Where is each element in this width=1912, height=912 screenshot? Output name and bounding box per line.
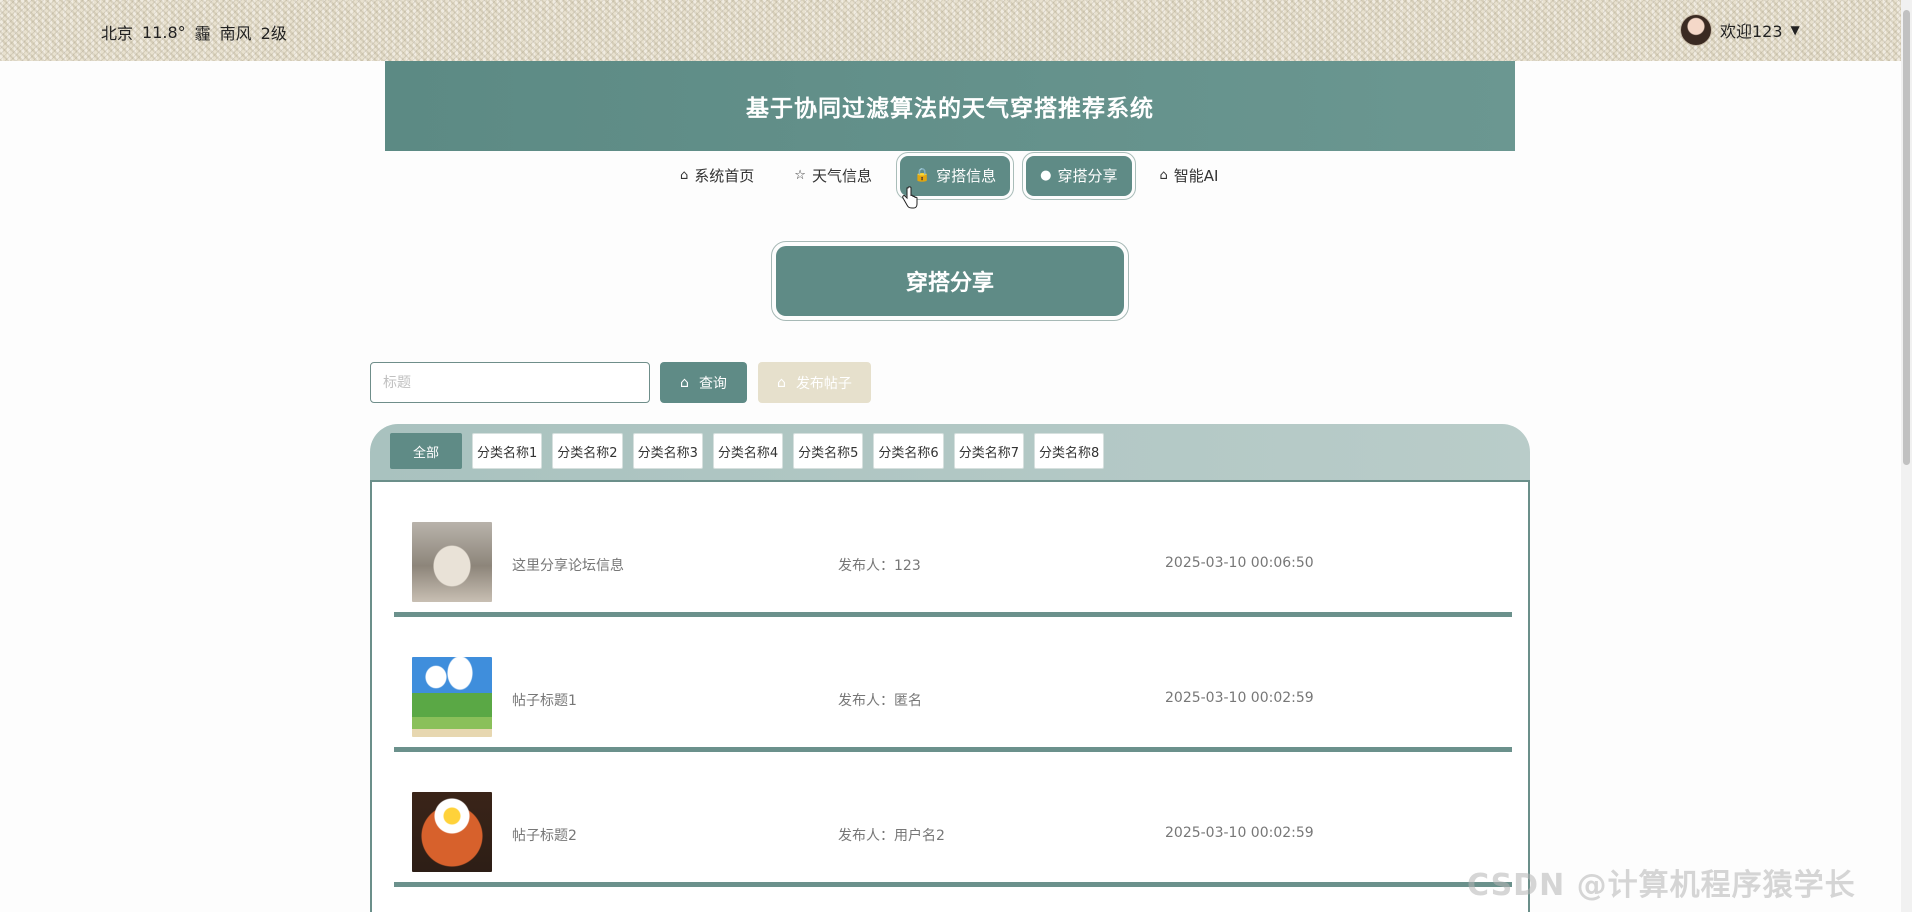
post-thumbnail[interactable] <box>412 657 492 737</box>
nav-item-label: 穿搭分享 <box>1057 167 1118 185</box>
post-thumbnail[interactable] <box>412 792 492 872</box>
weather-city: 北京 <box>101 24 134 43</box>
category-tab-7[interactable]: 分类名称7 <box>953 433 1024 469</box>
post-title[interactable]: 帖子标题2 <box>512 825 577 845</box>
home-icon: ⌂ <box>680 168 689 183</box>
query-button-label: 查询 <box>698 375 727 392</box>
category-tab-4[interactable]: 分类名称4 <box>712 433 784 469</box>
weather-wind-level: 2级 <box>260 24 287 43</box>
nav-item-weather[interactable]: ☆ 天气信息 <box>774 156 892 196</box>
list-item[interactable]: 帖子标题1 发布人：匿名 2025-03-10 00:02:59 <box>394 617 1512 752</box>
category-tab-1[interactable]: 分类名称1 <box>472 433 543 469</box>
category-tab-5[interactable]: 分类名称5 <box>793 433 864 469</box>
scrollbar-thumb[interactable] <box>1903 10 1910 465</box>
weather-info: 北京 11.8° 霾 南风 2级 <box>101 20 287 44</box>
query-button[interactable]: ⌂ 查询 <box>660 362 747 403</box>
section-title-text: 穿搭分享 <box>905 271 994 296</box>
list-item[interactable]: 帖子标题2 发布人：用户名2 2025-03-10 00:02:59 <box>394 752 1512 887</box>
welcome-text[interactable]: 欢迎123 <box>1720 18 1783 42</box>
category-tab-8[interactable]: 分类名称8 <box>1033 433 1105 469</box>
main-nav: ⌂ 系统首页 ☆ 天气信息 🔒 穿搭信息 ● 穿搭分享 ⌂ 智能AI <box>660 151 1239 200</box>
user-menu[interactable]: 欢迎123 ▼ <box>1680 14 1800 46</box>
page-scrollbar[interactable] <box>1901 0 1912 912</box>
title-search-input[interactable] <box>370 362 650 403</box>
nav-item-label: 穿搭信息 <box>936 167 997 185</box>
nav-item-label: 系统首页 <box>694 167 755 185</box>
post-time: 2025-03-10 00:06:50 <box>1165 555 1314 571</box>
hand-cursor-icon <box>902 186 918 209</box>
site-title: 基于协同过滤算法的天气穿搭推荐系统 <box>746 96 1154 122</box>
list-item[interactable]: 这里分享论坛信息 发布人：123 2025-03-10 00:06:50 <box>394 482 1512 617</box>
caret-down-icon[interactable]: ▼ <box>1791 23 1800 37</box>
weather-temperature: 11.8° <box>142 22 186 42</box>
category-tab-2[interactable]: 分类名称2 <box>552 433 623 469</box>
post-title[interactable]: 这里分享论坛信息 <box>512 555 624 575</box>
post-time: 2025-03-10 00:02:59 <box>1165 825 1314 841</box>
nav-item-outfit-share[interactable]: ● 穿搭分享 <box>1022 151 1136 200</box>
nav-item-ai[interactable]: ⌂ 智能AI <box>1140 156 1239 196</box>
post-author: 发布人：用户名2 <box>838 828 945 844</box>
nav-item-home[interactable]: ⌂ 系统首页 <box>660 156 774 196</box>
avatar[interactable] <box>1680 14 1712 46</box>
publish-button-label: 发布帖子 <box>795 375 852 392</box>
category-tab-6[interactable]: 分类名称6 <box>873 433 944 469</box>
category-tab-3[interactable]: 分类名称3 <box>632 433 703 469</box>
home-icon: ⌂ <box>1159 168 1168 183</box>
nav-item-label: 天气信息 <box>811 167 872 185</box>
info-dot-icon: ● <box>1040 168 1052 183</box>
post-thumbnail[interactable] <box>412 522 492 602</box>
weather-wind-direction: 南风 <box>219 24 252 43</box>
home-icon: ⌂ <box>680 374 689 391</box>
post-author: 发布人：匿名 <box>838 693 922 709</box>
star-icon: ☆ <box>794 168 806 183</box>
lock-icon: 🔒 <box>913 168 931 183</box>
post-time: 2025-03-10 00:02:59 <box>1165 690 1314 706</box>
publish-post-button[interactable]: ⌂ 发布帖子 <box>758 362 871 403</box>
nav-item-label: 智能AI <box>1173 167 1219 185</box>
site-banner: 基于协同过滤算法的天气穿搭推荐系统 <box>385 61 1515 151</box>
top-bar: 北京 11.8° 霾 南风 2级 欢迎123 ▼ <box>0 0 1912 61</box>
home-icon: ⌂ <box>777 374 786 391</box>
category-tabs: 全部 分类名称1 分类名称2 分类名称3 分类名称4 分类名称5 分类名称6 分… <box>390 433 1105 469</box>
section-title: 穿搭分享 <box>771 241 1129 321</box>
category-tab-all[interactable]: 全部 <box>390 433 462 469</box>
post-author: 发布人：123 <box>838 558 921 574</box>
post-title[interactable]: 帖子标题1 <box>512 690 577 710</box>
weather-condition-icon: 霾 <box>194 24 211 43</box>
watermark: CSDN @计算机程序猿学长 <box>1467 868 1856 903</box>
post-list: 这里分享论坛信息 发布人：123 2025-03-10 00:06:50 帖子标… <box>370 480 1530 912</box>
